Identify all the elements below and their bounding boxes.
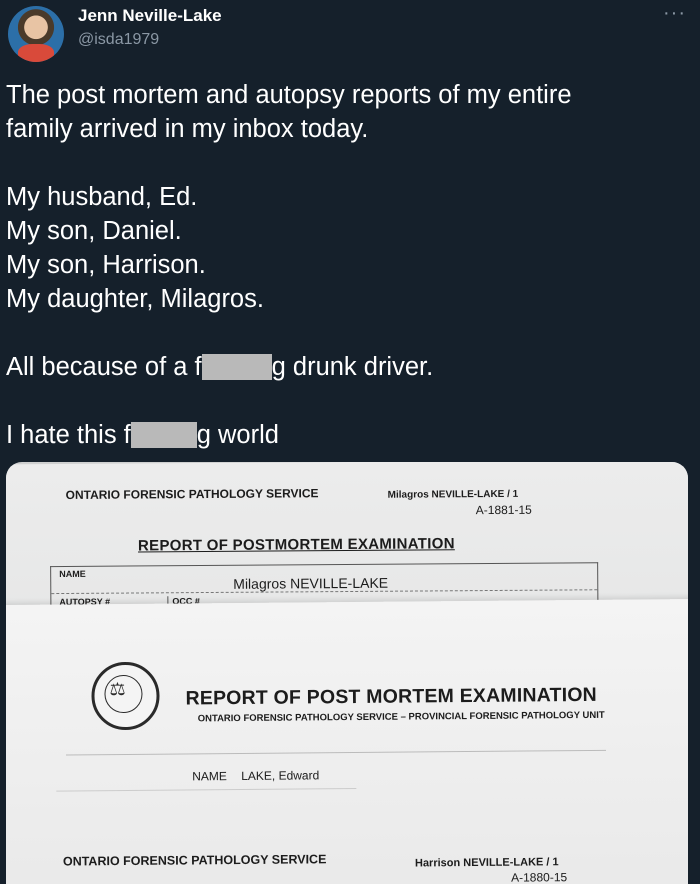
patient-label: Milagros NEVILLE-LAKE / 1 [387,488,519,501]
avatar[interactable] [8,6,64,62]
tweet-text-segment: g drunk driver. [271,353,434,381]
report-sheet-edward: ⚖ REPORT OF POST MORTEM EXAMINATION ONTA… [6,598,688,884]
author-handle[interactable]: @isda1979 [78,31,159,49]
report-title: REPORT OF POST MORTEM EXAMINATION [185,683,598,710]
tweet-line: I hate this f g world [6,418,686,452]
report-subtitle: ONTARIO FORENSIC PATHOLOGY SERVICE – PRO… [197,709,605,725]
tweet-text: The post mortem and autopsy reports of m… [6,78,686,452]
more-options-icon[interactable]: ··· [663,2,686,25]
patient-label: Harrison NEVILLE-LAKE / 1 [414,856,559,870]
report-title: REPORT OF POSTMORTEM EXAMINATION [137,535,455,555]
tweet-line: My son, Daniel. [6,217,182,245]
tweet-line: family arrived in my inbox today. [6,115,369,143]
tweet-line: The post mortem and autopsy reports of m… [6,81,572,109]
tweet-line: All because of a f g drunk driver. [6,350,686,384]
tweet-header: Jenn Neville-Lake @isda1979 ··· [0,0,700,70]
tweet-text-segment: I hate this f [6,421,131,449]
redaction-block [201,354,272,380]
tweet-line: My son, Harrison. [6,251,206,279]
attached-photo[interactable]: ONTARIO FORENSIC PATHOLOGY SERVICE Milag… [6,462,688,884]
case-number: A-1881-15 [475,502,532,518]
form-divider [56,787,357,792]
tweet-line: My husband, Ed. [6,183,198,211]
service-heading: ONTARIO FORENSIC PATHOLOGY SERVICE [62,852,327,869]
tweet-text-segment: All because of a f [6,353,202,381]
scales-of-justice-seal-icon: ⚖ [91,661,160,731]
redaction-block [130,422,197,448]
form-divider [66,749,606,756]
name-value: Milagros NEVILLE-LAKE [233,574,389,592]
name-value: LAKE, Edward [241,768,320,784]
tweet-text-segment: g world [196,421,279,449]
name-label: NAME [59,568,86,580]
tweet-line: My daughter, Milagros. [6,285,264,313]
service-heading: ONTARIO FORENSIC PATHOLOGY SERVICE [65,486,319,502]
author-display-name[interactable]: Jenn Neville-Lake [78,6,222,26]
name-label: NAME [192,769,227,784]
case-number: A-1880-15 [511,870,568,884]
